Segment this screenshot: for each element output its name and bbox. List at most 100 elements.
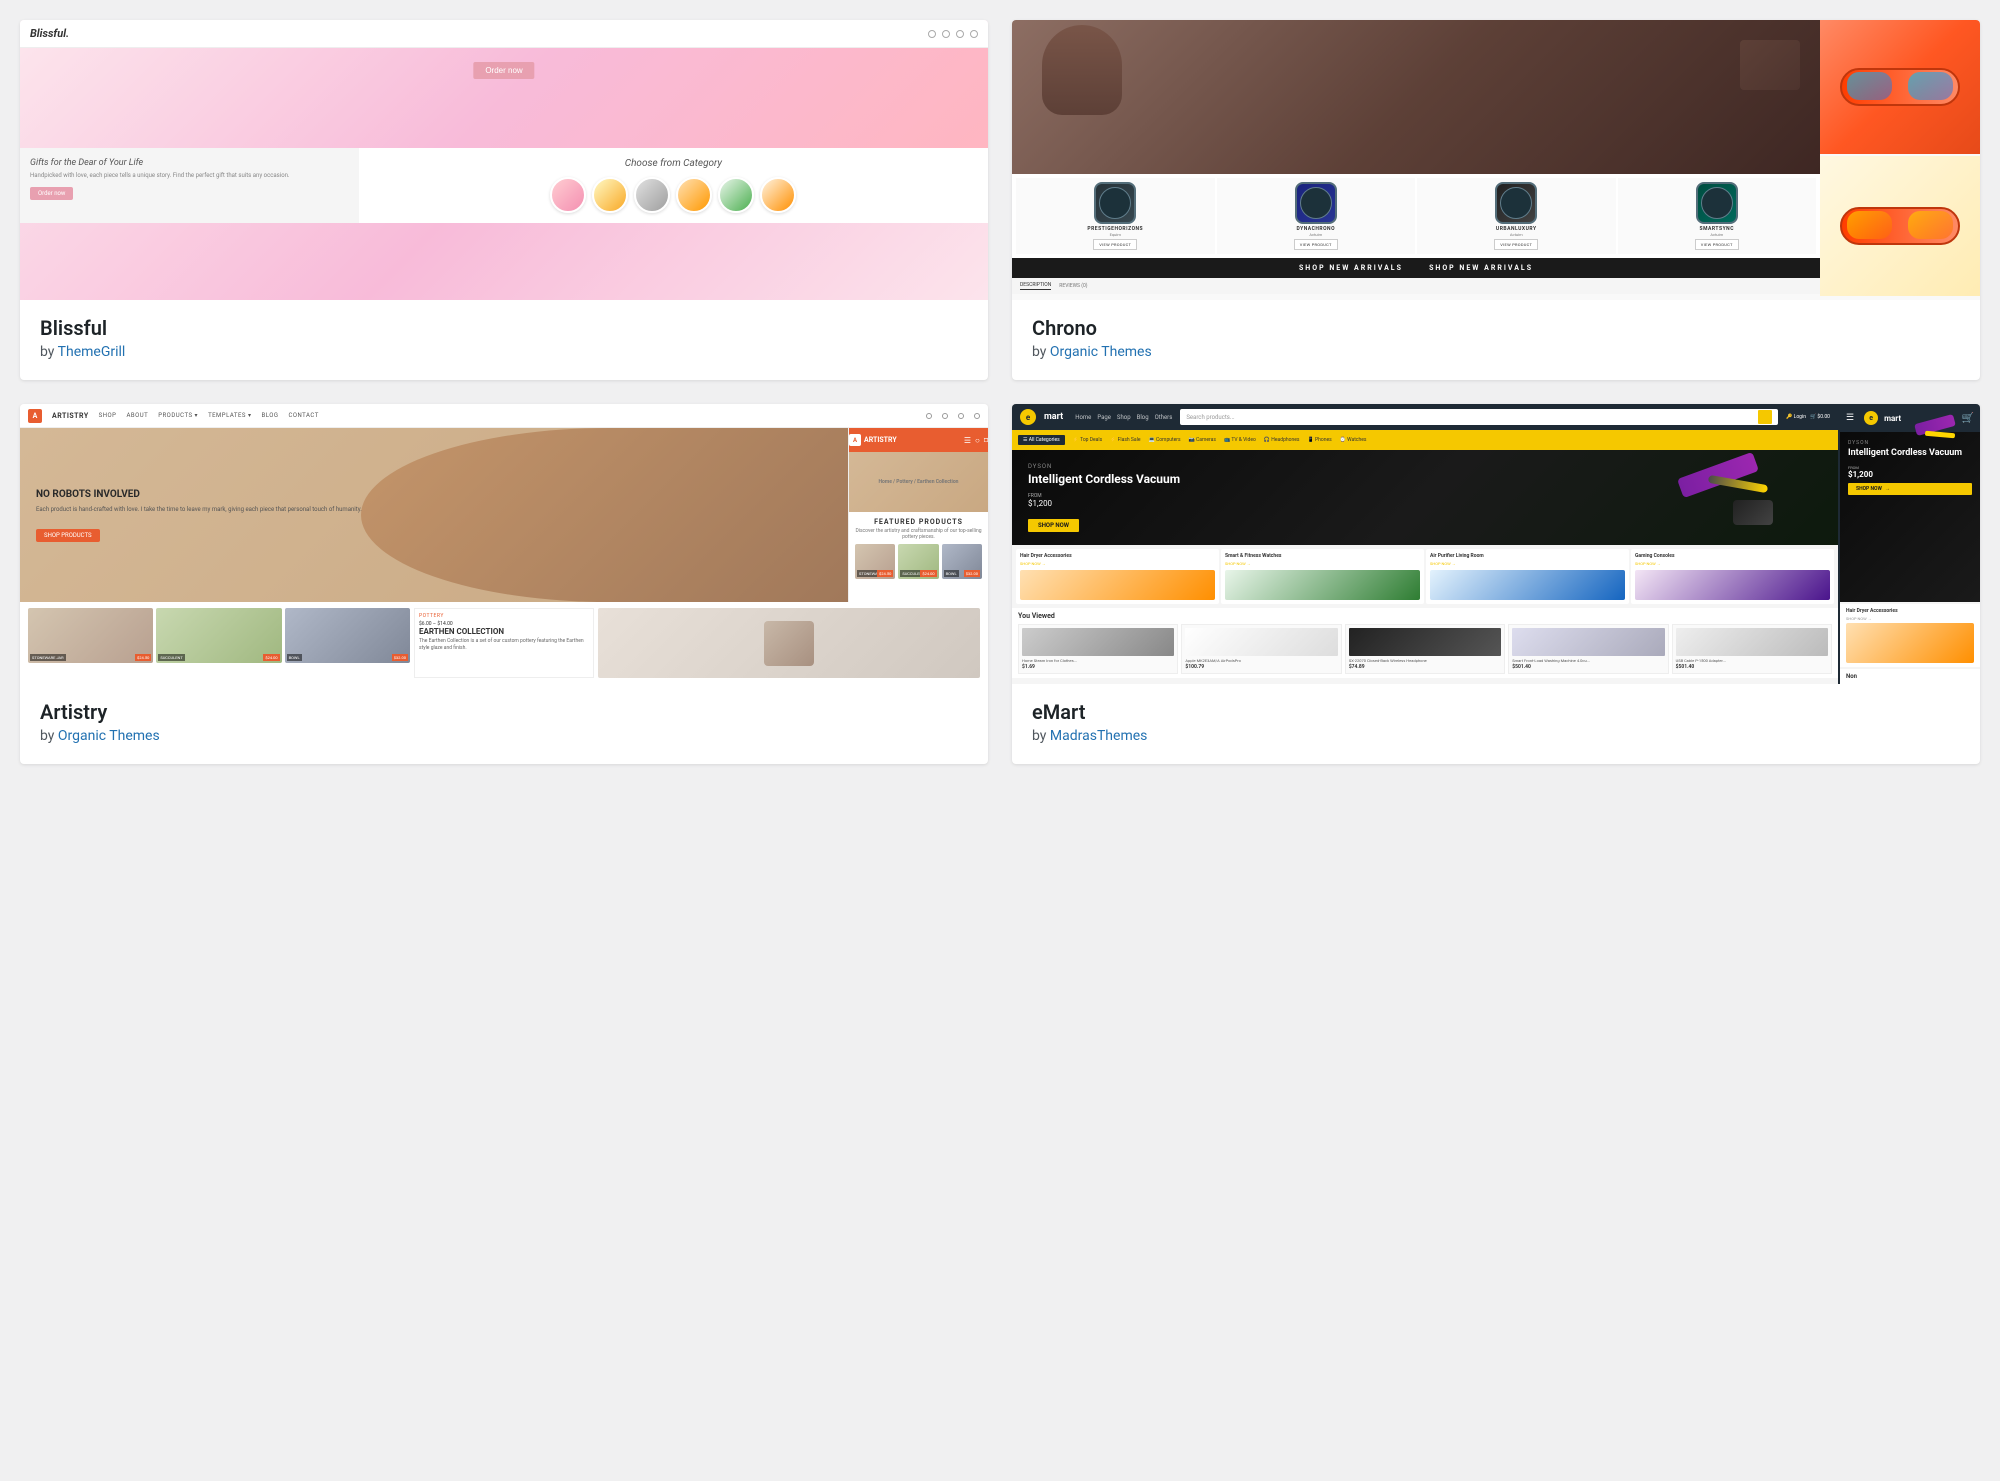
emart-viewed-items: Home Steam Iron for Clothes... $1.69 App… [1018, 624, 1832, 674]
emart-cat-shop-hairdryer: SHOP NOW → [1020, 561, 1215, 566]
theme-card-chrono: PRESTIGEHORIZONS Equim VIEW PRODUCT DYNA… [1012, 20, 1980, 380]
emart-cat-tv[interactable]: 📺 TV & Video [1224, 437, 1256, 443]
emart-nav-page[interactable]: Page [1097, 414, 1111, 421]
blissful-category-title: Choose from Category [369, 158, 978, 169]
artistry-nav-about[interactable]: ABOUT [126, 412, 148, 419]
blissful-author-link[interactable]: ThemeGrill [58, 344, 126, 360]
emart-cat-card-gaming[interactable]: Gaming Consoles SHOP NOW → [1631, 549, 1834, 604]
emart-viewed-item-2[interactable]: Apple MK2E3AM/A AirPodsPro $100.79 [1181, 624, 1341, 674]
emart-author-link[interactable]: MadrasThemes [1050, 728, 1147, 744]
artistry-mobile-cart-icon[interactable]: ⌑ [984, 436, 988, 445]
circle-gift[interactable] [718, 177, 754, 213]
emart-nav-home[interactable]: Home [1075, 414, 1091, 421]
artistry-bottom-product-1[interactable]: STONEWARE JAR $24.50 [28, 608, 153, 663]
artistry-search-icon[interactable] [926, 413, 932, 419]
emart-cat-computers[interactable]: 💻 Computers [1148, 437, 1180, 443]
artistry-mobile-breadcrumb: Home / Pottery / Earthen Collection [879, 479, 959, 485]
circle-mug[interactable] [676, 177, 712, 213]
blissful-logo: Blissful. [30, 27, 69, 40]
artistry-product-3[interactable]: BOWL $32.00 [942, 544, 982, 579]
artistry-pottery-category: POTTERY [419, 613, 589, 619]
emart-viewed-item-4[interactable]: Smart Front-Load Washing Machine 4.0cu..… [1508, 624, 1668, 674]
circle-flowers[interactable] [550, 177, 586, 213]
artistry-mobile-user-icon[interactable]: ○ [975, 436, 980, 445]
emart-cat-top-deals[interactable]: ⚡ Top Deals [1073, 437, 1102, 443]
blissful-author: by ThemeGrill [40, 344, 968, 360]
emart-mobile-price-value: $1,200 [1848, 470, 1972, 479]
emart-cat-phones[interactable]: 📱 Phones [1307, 437, 1331, 443]
artistry-hero-btn[interactable]: SHOP PRODUCTS [36, 529, 100, 542]
artistry-bottom-products: STONEWARE JAR $24.50 SUCCULENT $24.00 BO… [28, 608, 410, 678]
artistry-bottom-label-1: STONEWARE JAR [30, 654, 66, 661]
emart-nav-others[interactable]: Others [1155, 414, 1173, 421]
chrono-desc-tab[interactable]: DESCRIPTION [1020, 282, 1051, 290]
artistry-heart-icon[interactable] [958, 413, 964, 419]
artistry-bottom-product-3[interactable]: BOWL $32.00 [285, 608, 410, 663]
emart-brand-text: mart [1044, 412, 1063, 422]
emart-viewed-item-1[interactable]: Home Steam Iron for Clothes... $1.69 [1018, 624, 1178, 674]
artistry-mobile-hero: Home / Pottery / Earthen Collection [849, 452, 988, 512]
chrono-watch-4 [1696, 182, 1738, 224]
by-label-artistry: by [40, 728, 54, 744]
themes-grid: Blissful. Order now Gifts for the Dear o… [20, 20, 1980, 764]
emart-viewed-item-5[interactable]: USB Cable P-1500 Adapter... $501.40 [1672, 624, 1832, 674]
artistry-cart-icon[interactable] [974, 413, 980, 419]
circle-necklace[interactable] [634, 177, 670, 213]
artistry-navbar: A ARTISTRY SHOP ABOUT PRODUCTS ▾ TEMPLAT… [20, 404, 988, 428]
chrono-preview: PRESTIGEHORIZONS Equim VIEW PRODUCT DYNA… [1012, 20, 1980, 300]
blissful-hero: Order now [20, 48, 988, 148]
artistry-nav-products[interactable]: PRODUCTS ▾ [158, 412, 198, 419]
emart-name: eMart [1032, 700, 1960, 724]
emart-search-button[interactable] [1758, 410, 1772, 424]
emart-cat-card-hairdryer[interactable]: Hair Dryer Accessories SHOP NOW → [1016, 549, 1219, 604]
emart-viewed-price-4: $501.40 [1512, 664, 1664, 670]
emart-mobile-vacuum-img [1910, 414, 1970, 464]
emart-mobile-menu-icon[interactable]: ☰ [1846, 413, 1854, 423]
artistry-author-link[interactable]: Organic Themes [58, 728, 160, 744]
emart-cat-watches[interactable]: ⌚ Watches [1340, 437, 1367, 443]
circle-teddy[interactable] [760, 177, 796, 213]
artistry-product-1[interactable]: STONEWARE JAR $24.50 [855, 544, 895, 579]
emart-cat-flash-sale[interactable]: ⚡ Flash Sale [1110, 437, 1140, 443]
emart-nav-blog[interactable]: Blog [1137, 414, 1149, 421]
emart-cart-text[interactable]: 🛒 $0.00 [1810, 414, 1830, 420]
artistry-brand-text: ARTISTRY [52, 412, 89, 420]
artistry-nav-blog[interactable]: BLOG [261, 412, 278, 419]
theme-card-artistry: A ARTISTRY SHOP ABOUT PRODUCTS ▾ TEMPLAT… [20, 404, 988, 764]
blissful-sidebar-btn[interactable]: Order now [30, 187, 73, 200]
artistry-nav-shop[interactable]: SHOP [99, 412, 117, 419]
emart-all-categories-btn[interactable]: ☰ All Categories [1018, 435, 1065, 445]
artistry-products-grid: STONEWARE JAR $24.50 SUCCULENT $24.00 BO… [855, 544, 982, 579]
artistry-mobile-menu-icon[interactable]: ☰ [964, 436, 971, 445]
circle-bouquet[interactable] [592, 177, 628, 213]
emart-login-text[interactable]: 🔑 Login [1786, 414, 1806, 420]
emart-viewed-item-3[interactable]: SX-22070 Closed-Back Wireless Headphone … [1345, 624, 1505, 674]
artistry-nav-contact[interactable]: CONTACT [288, 412, 318, 419]
chrono-reviews-tab[interactable]: REVIEWS (0) [1059, 283, 1087, 290]
emart-cat-card-tv[interactable]: Air Purifier Living Room SHOP NOW → [1426, 549, 1629, 604]
emart-mobile-acc-shop[interactable]: SHOP NOW → [1846, 616, 1974, 621]
chrono-view-btn-2[interactable]: VIEW PRODUCT [1294, 239, 1338, 250]
emart-shop-btn[interactable]: SHOP NOW [1028, 519, 1079, 532]
emart-viewed-name-3: SX-22070 Closed-Back Wireless Headphone [1349, 658, 1501, 663]
chrono-view-btn-4[interactable]: VIEW PRODUCT [1695, 239, 1739, 250]
artistry-bottom-product-2[interactable]: SUCCULENT $24.00 [156, 608, 281, 663]
artistry-nav-templates[interactable]: TEMPLATES ▾ [208, 412, 251, 419]
emart-cat-card-watch[interactable]: Smart & Fitness Watches SHOP NOW → [1221, 549, 1424, 604]
blissful-order-btn[interactable]: Order now [473, 62, 534, 79]
emart-nav-shop[interactable]: Shop [1117, 414, 1131, 421]
emart-mobile-shop-btn[interactable]: SHOP NOW → [1848, 483, 1972, 495]
artistry-user-icon[interactable] [942, 413, 948, 419]
artistry-logo-mark: A [28, 409, 42, 423]
chrono-author-link[interactable]: Organic Themes [1050, 344, 1152, 360]
emart-preview: e mart Home Page Shop Blog Others Search… [1012, 404, 1980, 684]
chrono-view-btn-1[interactable]: VIEW PRODUCT [1093, 239, 1137, 250]
emart-mobile-panel: ☰ e mart 🛒 DYSON Intelligent Cordless Va… [1840, 404, 1980, 684]
emart-cat-cameras[interactable]: 📷 Cameras [1189, 437, 1216, 443]
blissful-circles [369, 177, 978, 213]
chrono-view-btn-3[interactable]: VIEW PRODUCT [1494, 239, 1538, 250]
artistry-product-2[interactable]: SUCCULENT $24.00 [898, 544, 938, 579]
artistry-bottom-price-3: $32.00 [392, 654, 408, 661]
blissful-nav-icon-cart [970, 30, 978, 38]
emart-cat-headphones[interactable]: 🎧 Headphones [1264, 437, 1300, 443]
